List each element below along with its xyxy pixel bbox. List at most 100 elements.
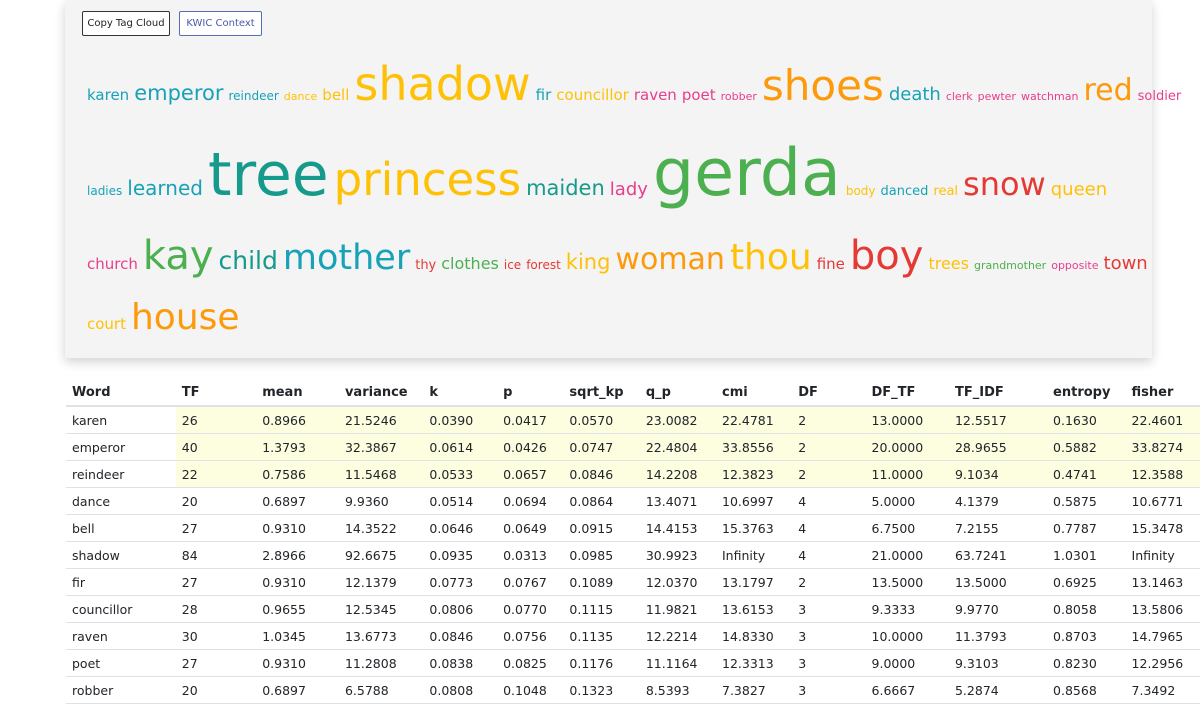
column-header[interactable]: variance xyxy=(338,380,424,407)
tag-word[interactable]: shadow xyxy=(354,61,530,107)
table-cell: 27 xyxy=(175,568,257,596)
table-row[interactable]: fir 27 0.9310 12.1379 0.0773 0.0767 0.1089 12.0… xyxy=(66,568,1200,596)
tag-word[interactable]: thy xyxy=(415,259,436,272)
tag-word[interactable]: snow xyxy=(963,168,1046,200)
tag-word[interactable]: bell xyxy=(322,88,349,103)
table-cell: 7.3827 xyxy=(716,676,793,704)
column-header[interactable]: mean xyxy=(256,380,339,407)
tag-word[interactable]: maiden xyxy=(526,178,605,199)
column-header[interactable]: DF_TF xyxy=(865,380,949,407)
table-cell: karen xyxy=(66,406,176,434)
column-header[interactable]: fisher xyxy=(1125,380,1200,407)
table-row[interactable]: dance 20 0.6897 9.9360 0.0514 0.0694 0.0864 13.… xyxy=(66,487,1200,515)
column-header[interactable]: TF_IDF xyxy=(948,380,1048,407)
table-cell: 9.0000 xyxy=(865,649,949,677)
tag-word[interactable]: church xyxy=(87,257,138,272)
tag-word[interactable]: learned xyxy=(127,178,203,198)
tag-word[interactable]: red xyxy=(1083,76,1132,106)
copy-tag-cloud-button[interactable]: Copy Tag Cloud xyxy=(82,11,170,36)
table-row[interactable]: karen 26 0.8966 21.5246 0.0390 0.0417 0.0570 23… xyxy=(66,406,1200,434)
column-header[interactable]: DF xyxy=(792,380,866,407)
tag-word[interactable]: pewter xyxy=(978,91,1016,102)
tag-word[interactable]: raven xyxy=(634,88,677,103)
tag-word[interactable]: kay xyxy=(143,236,214,276)
table-cell: 23.0082 xyxy=(639,406,716,434)
table-cell: 32.3867 xyxy=(338,433,424,461)
tag-word[interactable]: gerda xyxy=(653,141,841,206)
table-row[interactable]: emperor 40 1.3793 32.3867 0.0614 0.0426 0.0747… xyxy=(66,433,1200,461)
tag-word[interactable]: councillor xyxy=(556,88,629,103)
table-cell: 7.2155 xyxy=(948,514,1048,542)
table-cell: 1.0301 xyxy=(1047,541,1126,569)
tag-word[interactable]: lady xyxy=(610,181,648,199)
column-header[interactable]: k xyxy=(423,380,498,407)
table-row[interactable]: reindeer 22 0.7586 11.5468 0.0533 0.0657 0.084… xyxy=(66,460,1200,488)
table-cell: 12.5345 xyxy=(338,595,424,623)
table-cell: 0.0773 xyxy=(423,568,498,596)
table-cell: 0.0767 xyxy=(497,568,564,596)
table-cell: 12.3823 xyxy=(716,460,793,488)
table-row[interactable]: bell 27 0.9310 14.3522 0.0646 0.0649 0.0915 14.… xyxy=(66,514,1200,542)
table-cell: 0.0614 xyxy=(423,433,498,461)
tag-word[interactable]: reindeer xyxy=(228,90,278,102)
table-cell: 0.0313 xyxy=(497,541,564,569)
table-row[interactable]: shadow 84 2.8966 92.6675 0.0935 0.0313 0.0985 3… xyxy=(66,541,1200,569)
tag-word[interactable]: grandmother xyxy=(974,260,1046,271)
tag-word[interactable]: clothes xyxy=(441,256,499,272)
table-row[interactable]: councillor 28 0.9655 12.5345 0.0806 0.0770 0.1… xyxy=(66,595,1200,623)
table-cell: 0.1630 xyxy=(1047,406,1126,434)
table-cell: 22 xyxy=(175,460,257,488)
tag-word[interactable]: court xyxy=(87,317,126,332)
table-cell: 21.0000 xyxy=(865,541,949,569)
tag-word[interactable]: death xyxy=(889,86,941,104)
column-header[interactable]: cmi xyxy=(716,380,793,407)
table-cell: 12.3313 xyxy=(716,649,793,677)
tag-word[interactable]: body xyxy=(846,185,876,197)
column-header[interactable]: q_p xyxy=(639,380,716,407)
table-row[interactable]: robber 20 0.6897 6.5788 0.0808 0.1048 0.1323 8.… xyxy=(66,676,1200,704)
tag-word[interactable]: dance xyxy=(284,91,318,102)
tag-word[interactable]: forest xyxy=(526,259,561,271)
tag-word[interactable]: trees xyxy=(928,256,969,272)
tag-word[interactable]: robber xyxy=(721,91,757,102)
tag-word[interactable]: danced xyxy=(881,185,929,198)
tag-word[interactable]: shoes xyxy=(762,65,884,107)
table-cell: 0.9310 xyxy=(256,514,339,542)
tag-word[interactable]: queen xyxy=(1051,181,1107,199)
table-cell: 0.6897 xyxy=(256,676,339,704)
kwic-context-button[interactable]: KWIC Context xyxy=(179,11,262,36)
tag-word[interactable]: fine xyxy=(817,257,845,272)
table-cell: 92.6675 xyxy=(338,541,424,569)
tag-word[interactable]: thou xyxy=(730,240,812,276)
tag-word[interactable]: opposite xyxy=(1051,260,1098,271)
column-header[interactable]: entropy xyxy=(1047,380,1126,407)
tag-word[interactable]: soldier xyxy=(1138,90,1182,103)
table-cell: 21.5246 xyxy=(338,406,424,434)
tag-word[interactable]: woman xyxy=(615,245,725,275)
tag-word[interactable]: watchman xyxy=(1021,91,1079,102)
tag-word[interactable]: town xyxy=(1104,255,1148,273)
tag-word[interactable]: king xyxy=(566,252,611,273)
tag-word[interactable]: boy xyxy=(850,236,924,276)
tag-word[interactable]: poet xyxy=(682,88,716,103)
tag-word[interactable]: ladies xyxy=(87,185,122,197)
table-row[interactable]: raven 30 1.0345 13.6773 0.0846 0.0756 0.1135 12… xyxy=(66,622,1200,650)
tag-word[interactable]: house xyxy=(131,300,240,336)
tag-word[interactable]: tree xyxy=(208,145,329,205)
tag-word[interactable]: fir xyxy=(536,88,552,103)
tag-word[interactable]: karen xyxy=(87,88,129,103)
tag-word[interactable]: emperor xyxy=(134,83,223,104)
column-header[interactable]: p xyxy=(497,380,564,407)
table-cell: 13.6153 xyxy=(716,595,793,623)
table-row[interactable]: poet 27 0.9310 11.2808 0.0838 0.0825 0.1176 11.… xyxy=(66,649,1200,677)
column-header[interactable]: Word xyxy=(66,380,176,407)
tag-word[interactable]: mother xyxy=(283,241,410,276)
tag-word[interactable]: clerk xyxy=(946,91,973,102)
column-header[interactable]: TF xyxy=(175,380,257,407)
column-header[interactable]: sqrt_kp xyxy=(563,380,640,407)
tag-word[interactable]: ice xyxy=(504,259,521,271)
table-cell: 0.0649 xyxy=(497,514,564,542)
tag-word[interactable]: real xyxy=(933,185,958,198)
tag-word[interactable]: princess xyxy=(334,157,521,202)
tag-word[interactable]: child xyxy=(219,248,278,273)
